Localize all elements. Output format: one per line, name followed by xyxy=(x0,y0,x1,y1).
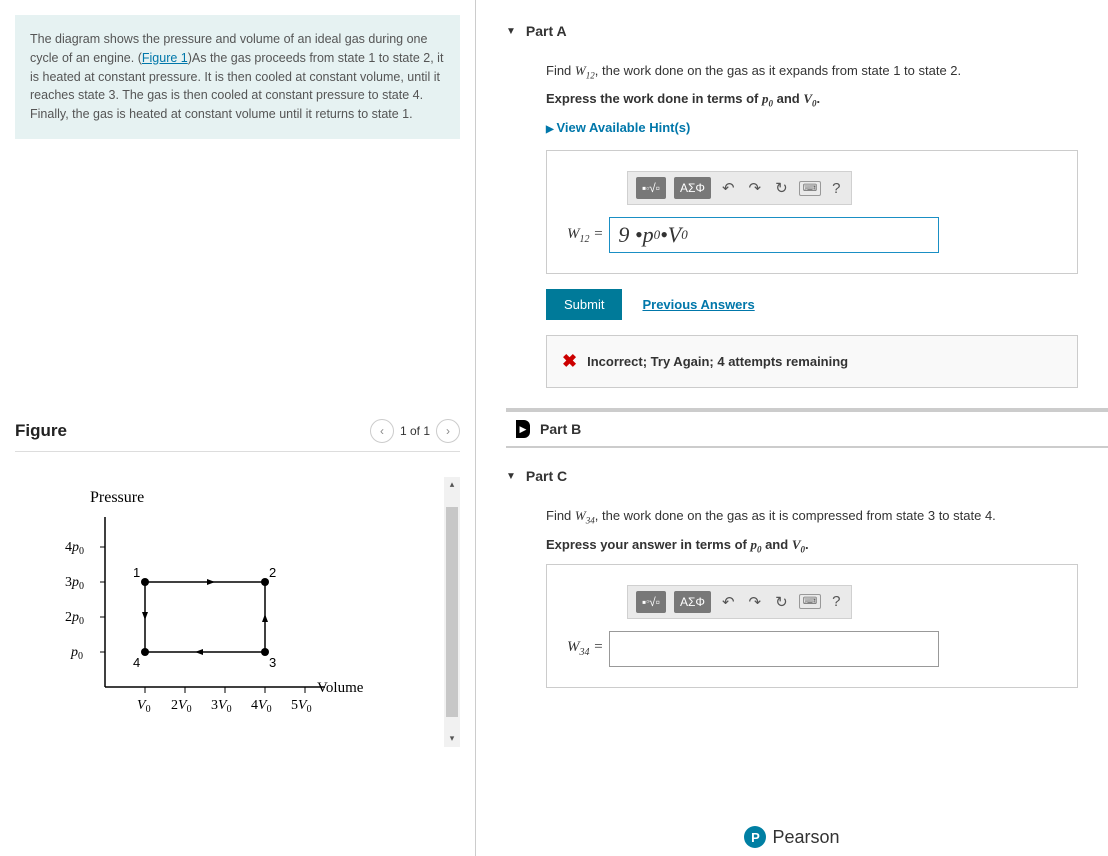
y-axis-label: Pressure xyxy=(90,489,144,506)
keyboard-icon[interactable]: ⌨ xyxy=(799,594,821,609)
part-b-header[interactable]: ▶ Part B xyxy=(506,410,1108,448)
feedback-box: ✖ Incorrect; Try Again; 4 attempts remai… xyxy=(546,335,1078,388)
incorrect-icon: ✖ xyxy=(562,351,577,372)
svg-text:2V0: 2V0 xyxy=(171,698,192,715)
figure-link[interactable]: Figure 1 xyxy=(142,51,188,65)
svg-text:2p0: 2p0 xyxy=(65,610,84,627)
scroll-up-icon[interactable]: ▴ xyxy=(444,477,460,493)
template-button[interactable]: ▪▫√▫ xyxy=(636,177,666,199)
figure-canvas: Pressure 4p0 3p0 2p0 p0 V0 2V0 3V0 4V0 5… xyxy=(15,477,460,787)
svg-text:1: 1 xyxy=(133,565,140,580)
reset-icon[interactable]: ↻ xyxy=(772,593,791,611)
answer-input-a[interactable]: 9 • p0 • V0 xyxy=(609,217,939,253)
caret-right-icon: ▶ xyxy=(516,420,530,438)
svg-text:5V0: 5V0 xyxy=(291,698,312,715)
hints-toggle[interactable]: View Available Hint(s) xyxy=(546,120,1078,135)
equation-toolbar: ▪▫√▫ ΑΣΦ ↶ ↷ ↻ ⌨ ? xyxy=(627,585,852,619)
svg-text:4V0: 4V0 xyxy=(251,698,272,715)
part-a-express: Express the work done in terms of p0 and… xyxy=(546,90,1078,110)
scrollbar[interactable]: ▴ ▾ xyxy=(444,477,460,747)
part-c-express: Express your answer in terms of p0 and V… xyxy=(546,536,1078,556)
answer-label-a: W12 = xyxy=(567,226,603,245)
part-a-prompt: Find W12, the work done on the gas as it… xyxy=(546,62,1078,82)
submit-button[interactable]: Submit xyxy=(546,289,622,320)
x-axis-label: Volume xyxy=(317,680,364,696)
part-c-prompt: Find W34, the work done on the gas as it… xyxy=(546,507,1078,527)
caret-down-icon: ▼ xyxy=(506,471,516,482)
brand-text: Pearson xyxy=(772,827,839,848)
svg-text:4: 4 xyxy=(133,655,140,670)
pager-text: 1 of 1 xyxy=(400,424,430,438)
svg-text:V0: V0 xyxy=(137,698,151,715)
answer-box-a: ▪▫√▫ ΑΣΦ ↶ ↷ ↻ ⌨ ? W12 = 9 • p0 • V0 xyxy=(546,150,1078,274)
part-b-title: Part B xyxy=(540,421,581,437)
pearson-logo-icon: P xyxy=(744,826,766,848)
scroll-thumb[interactable] xyxy=(446,507,458,717)
figure-pager: ‹ 1 of 1 › xyxy=(370,419,460,443)
help-icon[interactable]: ? xyxy=(829,180,843,197)
template-button[interactable]: ▪▫√▫ xyxy=(636,591,666,613)
answer-input-c[interactable] xyxy=(609,631,939,667)
brand-footer: P Pearson xyxy=(476,826,1108,848)
svg-text:4p0: 4p0 xyxy=(65,540,84,557)
part-a-title: Part A xyxy=(526,23,567,39)
greek-button[interactable]: ΑΣΦ xyxy=(674,177,711,199)
figure-title: Figure xyxy=(15,421,67,441)
keyboard-icon[interactable]: ⌨ xyxy=(799,181,821,196)
answer-box-c: ▪▫√▫ ΑΣΦ ↶ ↷ ↻ ⌨ ? W34 = xyxy=(546,564,1078,688)
svg-text:3: 3 xyxy=(269,655,276,670)
svg-text:p0: p0 xyxy=(70,645,83,662)
undo-icon[interactable]: ↶ xyxy=(719,179,738,197)
greek-button[interactable]: ΑΣΦ xyxy=(674,591,711,613)
problem-description: The diagram shows the pressure and volum… xyxy=(15,15,460,139)
svg-text:3V0: 3V0 xyxy=(211,698,232,715)
redo-icon[interactable]: ↷ xyxy=(746,593,765,611)
previous-answers-link[interactable]: Previous Answers xyxy=(642,297,754,312)
svg-text:3p0: 3p0 xyxy=(65,575,84,592)
help-icon[interactable]: ? xyxy=(829,593,843,610)
part-a-header[interactable]: ▼ Part A xyxy=(506,15,1108,47)
undo-icon[interactable]: ↶ xyxy=(719,593,738,611)
part-c-title: Part C xyxy=(526,468,567,484)
reset-icon[interactable]: ↻ xyxy=(772,179,791,197)
redo-icon[interactable]: ↷ xyxy=(746,179,765,197)
equation-toolbar: ▪▫√▫ ΑΣΦ ↶ ↷ ↻ ⌨ ? xyxy=(627,171,852,205)
answer-label-c: W34 = xyxy=(567,639,603,658)
scroll-down-icon[interactable]: ▾ xyxy=(444,731,460,747)
feedback-text: Incorrect; Try Again; 4 attempts remaini… xyxy=(587,354,848,369)
svg-text:2: 2 xyxy=(269,565,276,580)
prev-figure-button[interactable]: ‹ xyxy=(370,419,394,443)
part-c-header[interactable]: ▼ Part C xyxy=(506,460,1108,492)
next-figure-button[interactable]: › xyxy=(436,419,460,443)
caret-down-icon: ▼ xyxy=(506,26,516,37)
